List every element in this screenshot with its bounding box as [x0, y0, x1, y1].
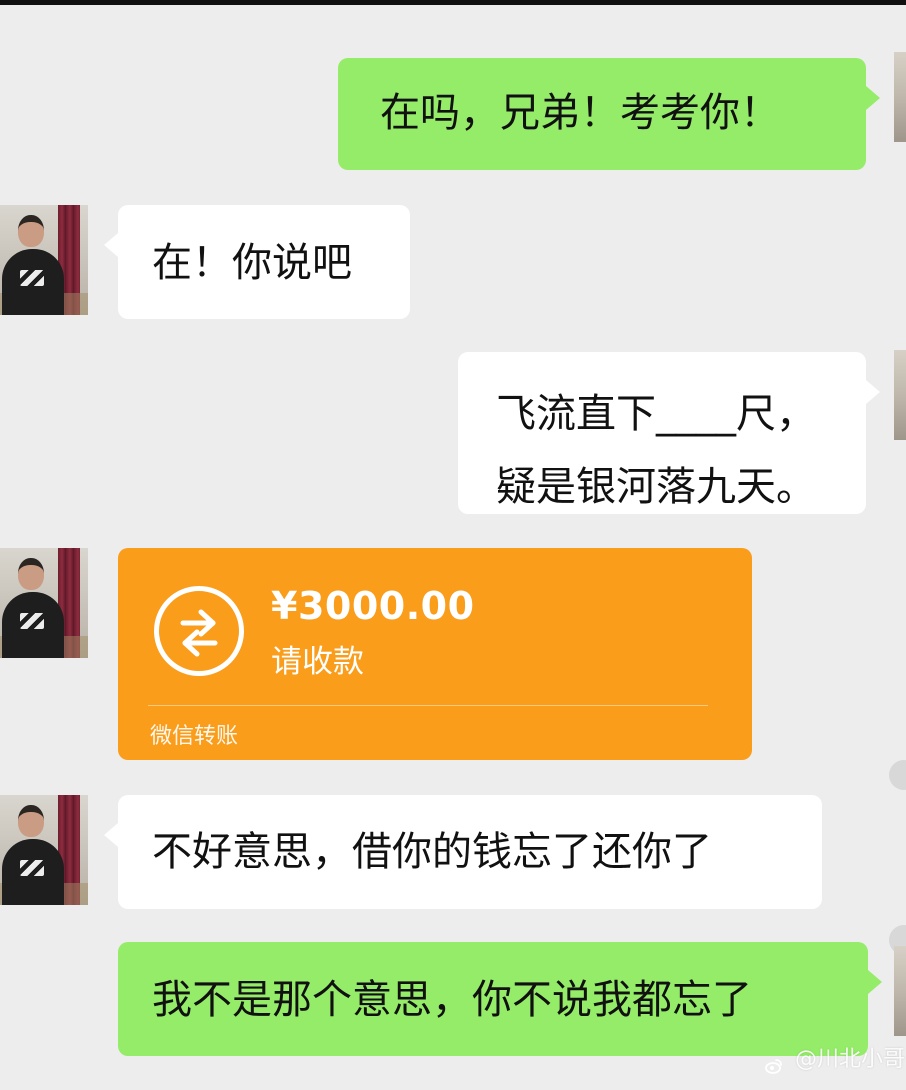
top-bar — [0, 0, 906, 5]
transfer-divider — [148, 705, 708, 706]
message-text-2: 在！你说吧 — [152, 240, 352, 286]
message-bubble-1[interactable]: 在吗，兄弟！考考你！ — [338, 58, 880, 170]
transfer-card-inner: ¥3000.00 请收款 微信转账 — [118, 548, 752, 760]
transfer-card[interactable]: ¥3000.00 请收款 微信转账 — [118, 548, 752, 760]
avatar-logo — [20, 613, 44, 629]
message-text-3a: 飞流直下____尺， — [496, 391, 816, 437]
left-avatar[interactable] — [0, 548, 88, 658]
transfer-status: 请收款 — [271, 644, 364, 680]
avatar-head — [18, 215, 44, 247]
message-text-1: 在吗，兄弟！考考你！ — [380, 90, 780, 136]
transfer-amount: ¥3000.00 — [271, 584, 475, 628]
left-avatar[interactable] — [0, 795, 88, 905]
fade-circle-decoration — [889, 760, 906, 790]
avatar-head — [18, 558, 44, 590]
avatar-logo — [20, 860, 44, 876]
right-avatar[interactable] — [894, 350, 906, 440]
message-text-6: 我不是那个意思，你不说我都忘了 — [152, 977, 752, 1023]
message-bubble-2[interactable]: 在！你说吧 — [104, 205, 410, 319]
message-text-5: 不好意思，借你的钱忘了还你了 — [152, 829, 712, 875]
transfer-arrows-icon — [154, 586, 244, 676]
message-bubble-5[interactable]: 不好意思，借你的钱忘了还你了 — [104, 795, 822, 909]
left-avatar[interactable] — [0, 205, 88, 315]
weibo-icon — [764, 1050, 784, 1074]
avatar-logo — [20, 270, 44, 286]
message-text-3b: 疑是银河落九天。 — [496, 464, 816, 511]
transfer-footer: 微信转账 — [150, 724, 239, 749]
watermark: @川北小哥 — [764, 1040, 906, 1080]
right-avatar[interactable] — [894, 52, 906, 142]
watermark-text: @川北小哥 — [795, 1047, 906, 1072]
message-bubble-6[interactable]: 我不是那个意思，你不说我都忘了 — [118, 942, 882, 1056]
avatar-head — [18, 805, 44, 837]
right-avatar[interactable] — [894, 946, 906, 1036]
message-bubble-3[interactable]: 飞流直下____尺， 疑是银河落九天。 — [458, 352, 880, 514]
